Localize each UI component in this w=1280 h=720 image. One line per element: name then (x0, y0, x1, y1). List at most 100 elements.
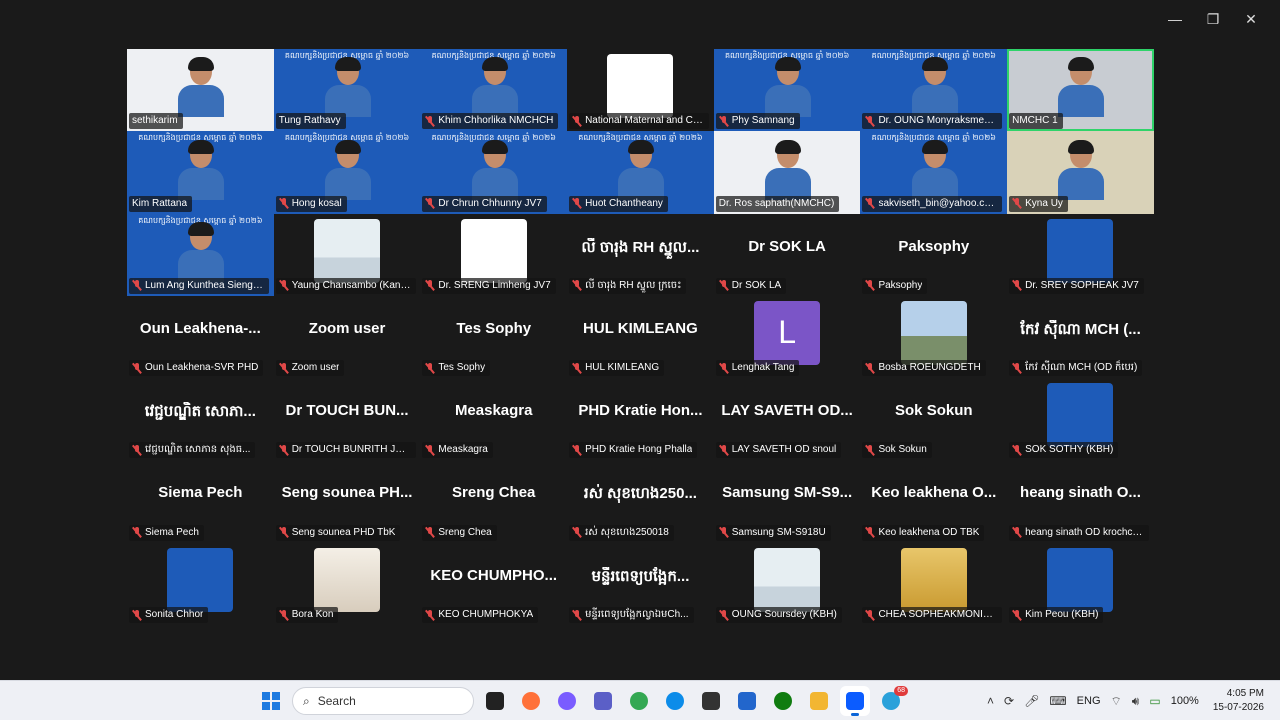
participant-name-label: Hong kosal (275, 195, 347, 212)
participant-tile[interactable]: Keo leakhena O... Keo leakhena OD TBK (860, 460, 1008, 543)
participant-name-label: Dr. OUNG Monyraksmey ... (862, 113, 1003, 130)
participant-tile[interactable]: Dr. SRENG Limheng JV7 (420, 213, 568, 296)
participant-tile[interactable]: គណបក្សនិងប្រជាជន សម្ពោធ ឆ្នាំ ២០២៦ Kim Ra… (127, 131, 274, 214)
participant-name-label: Samsung SM-S918U (715, 524, 831, 541)
participant-name: Dr. SRENG Limheng JV7 (438, 279, 551, 291)
participant-tile[interactable]: L Lenghak Tang (713, 295, 861, 379)
participant-tile[interactable]: Oun Leakhena-... Oun Leakhena-SVR PHD (127, 295, 274, 379)
minimize-button[interactable]: — (1156, 8, 1194, 30)
participant-tile[interactable]: គណបក្សនិងប្រជាជន សម្ពោធ ឆ្នាំ ២០២៦ Tung R… (273, 49, 421, 132)
participant-tile[interactable]: Kim Peou (KBH) (1007, 542, 1154, 626)
file-explorer-icon[interactable] (804, 686, 834, 716)
edge-icon[interactable] (660, 686, 690, 716)
mic-muted-icon (1012, 280, 1022, 291)
clock[interactable]: 4:05 PM 15-07-2026 (1213, 687, 1264, 715)
participant-tile[interactable]: Kyna Uy (1007, 131, 1154, 214)
participant-name-label: Lenghak Tang (715, 360, 800, 377)
participant-tile[interactable]: គណបក្សនិងប្រជាជន សម្ពោធ ឆ្នាំ ២០២៦ Khim C… (420, 49, 568, 132)
participant-tile[interactable]: National Maternal and Ch... (567, 49, 714, 132)
participant-tile[interactable]: Dr. Ros saphath(NMCHC) (713, 131, 861, 214)
wifi-icon[interactable]: ⌔ (1111, 694, 1122, 709)
microphone-icon[interactable]: 🎤︎ (1024, 694, 1039, 708)
battery-icon[interactable]: ▭ (1149, 694, 1160, 708)
participant-name: Dr. SREY SOPHEAK JV7 (1025, 279, 1139, 291)
telegram-icon[interactable]: 68 (876, 686, 908, 716)
participant-name-label: Sreng Chea (422, 524, 497, 541)
participant-tile[interactable]: វេជ្ជបណ្ឌិត សោភា... វេជ្ជបណ្ឌិត សោភាន សុង… (127, 378, 274, 461)
participant-tile[interactable]: Tes Sophy Tes Sophy (420, 295, 568, 379)
participant-tile[interactable]: CHEA SOPHEAKMONIRO... (860, 542, 1008, 626)
language-indicator[interactable]: ENG (1077, 695, 1101, 707)
participant-tile[interactable]: NMCHC 1 (1007, 49, 1154, 132)
participant-tile[interactable]: គណបក្សនិងប្រជាជន សម្ពោធ ឆ្នាំ ២០២៦ sakvis… (860, 131, 1008, 214)
participant-tile[interactable]: គណបក្សនិងប្រជាជន សម្ពោធ ឆ្នាំ ២០២៦ Huot C… (567, 131, 714, 214)
participant-tile[interactable]: Bora Kon (273, 542, 421, 626)
app-blue-icon[interactable] (732, 686, 762, 716)
participant-tile[interactable]: រស់ សុខហេង250... រស់ សុខហេង250018 (567, 460, 714, 543)
participant-tile[interactable]: Sok Sokun Sok Sokun (860, 378, 1008, 461)
participant-display-name: KEO CHUMPHO... (430, 566, 558, 584)
participant-name: Samsung SM-S918U (731, 526, 826, 538)
participant-tile[interactable]: គណបក្សនិងប្រជាជន សម្ពោធ ឆ្នាំ ២០២៦ Lum An… (127, 213, 274, 296)
participant-tile[interactable]: Siema Pech Siema Pech (127, 460, 274, 543)
xbox-icon[interactable] (768, 686, 798, 716)
participant-name: Tung Rathavy (278, 115, 341, 127)
avatar (1047, 218, 1114, 283)
participant-tile[interactable]: Seng sounea PH... Seng sounea PHD TbK (273, 460, 421, 543)
participant-tile[interactable]: កែវ ស៊ីណា MCH (... កែវ ស៊ីណា MCH (OD ក៏បេ… (1007, 295, 1154, 379)
participant-name: Measkagra (438, 444, 488, 456)
participant-tile[interactable]: គណបក្សនិងប្រជាជន សម្ពោធ ឆ្នាំ ២០២៦ Phy Sa… (713, 49, 861, 132)
participant-tile[interactable]: PHD Kratie Hon... PHD Kratie Hong Phalla (567, 378, 714, 461)
search-bar[interactable]: ⌕ Search (292, 687, 474, 715)
participant-tile[interactable]: Measkagra Measkagra (420, 378, 568, 461)
app-cube-icon[interactable] (696, 686, 726, 716)
avatar (314, 218, 381, 283)
participant-tile[interactable]: គណបក្សនិងប្រជាជន សម្ពោធ ឆ្នាំ ២០២៦ Dr Chr… (420, 131, 568, 214)
zoom-icon[interactable] (840, 686, 870, 716)
participant-tile[interactable]: sethikarim (127, 49, 274, 132)
participant-tile[interactable]: Dr. SREY SOPHEAK JV7 (1007, 213, 1154, 296)
participant-name: Keo leakhena OD TBK (878, 526, 980, 538)
maximize-button[interactable]: ❐ (1194, 8, 1232, 30)
keyboard-icon[interactable]: ⌨ (1049, 694, 1066, 708)
participant-tile[interactable]: LAY SAVETH OD... LAY SAVETH OD snoul (713, 378, 861, 461)
close-button[interactable]: ✕ (1232, 8, 1270, 30)
task-view-icon[interactable] (480, 686, 510, 716)
participant-tile[interactable]: Bosba ROEUNGDETH (860, 295, 1008, 379)
participant-tile[interactable]: SOK SOTHY (KBH) (1007, 378, 1154, 461)
firefox-icon[interactable] (516, 686, 546, 716)
participant-tile[interactable]: លី ចារុង RH ស្នួល... លី ចារុង RH ស្នួល ក្… (567, 213, 714, 296)
participant-display-name: heang sinath O... (1020, 484, 1141, 502)
mic-muted-icon (865, 362, 875, 374)
participant-tile[interactable]: OUNG Soursdey (KBH) (713, 542, 861, 626)
participant-name-label: OUNG Soursdey (KBH) (715, 607, 842, 624)
participant-tile[interactable]: Sonita Chhor (127, 542, 274, 626)
participant-name: Hong kosal (291, 197, 342, 209)
volume-icon[interactable]: 🔊︎ (1132, 694, 1140, 709)
copilot-icon[interactable] (552, 686, 582, 716)
chrome-icon[interactable] (624, 686, 654, 716)
participant-display-name: Oun Leakhena-... (139, 319, 261, 337)
participant-tile[interactable]: គណបក្សនិងប្រជាជន សម្ពោធ ឆ្នាំ ២០២៦ Dr. OU… (860, 49, 1008, 132)
mic-muted-icon (425, 362, 435, 374)
participant-name: Khim Chhorlika NMCHCH (438, 115, 554, 127)
participant-name: មន្ទីរពេទ្យបង្អែកល្វាឯមCh... (585, 609, 689, 621)
sync-icon[interactable]: ⟳ (1004, 694, 1014, 708)
participant-tile[interactable]: Yaung Chansambo (Kanth... (273, 213, 421, 296)
teams-icon[interactable] (588, 686, 618, 716)
participant-tile[interactable]: គណបក្សនិងប្រជាជន សម្ពោធ ឆ្នាំ ២០២៦ Hong k… (273, 131, 421, 214)
participant-tile[interactable]: Dr SOK LA Dr SOK LA (713, 213, 861, 296)
windows-start-icon[interactable] (256, 686, 286, 716)
participant-tile[interactable]: Dr TOUCH BUN... Dr TOUCH BUNRITH JV 7 ... (273, 378, 421, 461)
participant-tile[interactable]: Zoom user Zoom user (273, 295, 421, 379)
participant-name-label: National Maternal and Ch... (569, 113, 710, 130)
participant-tile[interactable]: heang sinath O... heang sinath OD krochcc… (1007, 460, 1154, 543)
participant-tile[interactable]: KEO CHUMPHO... KEO CHUMPHOKYA (420, 542, 568, 626)
participant-tile[interactable]: Sreng Chea Sreng Chea (420, 460, 568, 543)
participant-display-name: Measkagra (454, 402, 533, 420)
participant-tile[interactable]: Samsung SM-S9... Samsung SM-S918U (713, 460, 861, 543)
chevron-up-icon[interactable]: ˄ (987, 694, 994, 708)
participant-tile[interactable]: មន្ទីរពេទ្យបង្អែក... មន្ទីរពេទ្យបង្អែកល្វ… (567, 542, 714, 626)
participant-tile[interactable]: HUL KIMLEANG HUL KIMLEANG (567, 295, 714, 379)
participant-tile[interactable]: Paksophy Paksophy (860, 213, 1008, 296)
